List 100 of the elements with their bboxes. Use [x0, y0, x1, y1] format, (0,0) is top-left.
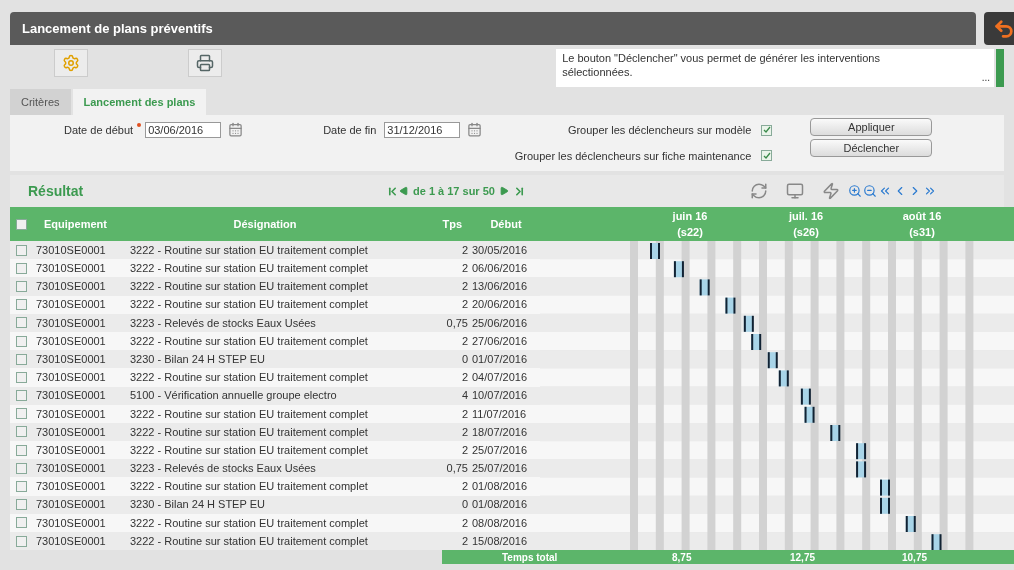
table-cell-text: 01/08/2016	[472, 479, 529, 495]
table-cell-text: 13/06/2016	[472, 279, 529, 295]
option-label: Grouper les déclencheurs sur fiche maintenance	[514, 148, 752, 164]
row-checkbox[interactable]	[16, 481, 27, 493]
task-bar[interactable]	[800, 388, 811, 405]
task-bar[interactable]	[931, 534, 942, 551]
zoom-in-icon[interactable]	[847, 184, 862, 198]
row-checkbox[interactable]	[16, 371, 27, 383]
generate-button[interactable]	[54, 49, 88, 77]
table-cell-text: 3222 - Routine sur station EU traitement complet	[130, 533, 369, 549]
action-button[interactable]: Déclencher	[810, 139, 933, 157]
row-checkbox[interactable]	[16, 244, 27, 256]
row-checkbox[interactable]	[16, 299, 27, 311]
task-bar[interactable]	[767, 352, 778, 369]
total-value: 8,75	[672, 550, 693, 565]
table-cell-text: 3222 - Routine sur station EU traitement complet	[130, 479, 369, 495]
table-cell-text: 3223 - Relevés de stocks Eaux Usées	[130, 315, 317, 331]
calendar-icon[interactable]	[228, 122, 244, 137]
task-bar[interactable]	[743, 315, 754, 332]
table-cell-text: 15/08/2016	[472, 533, 529, 549]
table-cell-text: 3230 - Bilan 24 H STEP EU	[130, 351, 266, 367]
more-text: ...	[981, 71, 991, 85]
zoom-out-icon[interactable]	[862, 184, 877, 198]
table-cell-text: 3222 - Routine sur station EU traitement complet	[130, 297, 369, 313]
table-cell-text: 06/06/2016	[472, 261, 529, 277]
table-cell-text: 0,75	[445, 315, 469, 331]
table-cell-text: 73010SE0001	[36, 461, 107, 477]
week-label: (s31)	[909, 225, 935, 240]
table-cell-text: 73010SE0001	[36, 515, 107, 531]
select-all-checkbox[interactable]	[16, 218, 27, 230]
task-bar[interactable]	[751, 334, 762, 350]
screen-icon[interactable]	[785, 182, 804, 200]
table-cell-text: 3222 - Routine sur station EU traitement complet	[130, 515, 369, 531]
row-checkbox[interactable]	[16, 353, 27, 365]
result-title: Résultat	[27, 181, 85, 201]
table-cell-text: 2	[460, 515, 469, 531]
row-checkbox[interactable]	[16, 444, 27, 456]
table-cell-text: 73010SE0001	[36, 242, 107, 258]
task-bar[interactable]	[880, 479, 890, 496]
row-checkbox[interactable]	[16, 408, 27, 420]
table-cell-text: 20/06/2016	[472, 297, 529, 313]
row-checkbox[interactable]	[16, 499, 27, 511]
refresh-icon[interactable]	[749, 182, 768, 200]
row-checkbox[interactable]	[16, 280, 27, 292]
table-cell-text: 73010SE0001	[36, 261, 107, 277]
total-label: Temps total	[501, 550, 559, 565]
table-cell-text: 73010SE0001	[36, 297, 107, 313]
task-bar[interactable]	[830, 425, 841, 441]
table-cell-text: 25/07/2016	[472, 461, 529, 477]
print-button[interactable]	[188, 49, 222, 77]
start-date-field[interactable]: 03/06/2016	[145, 122, 222, 138]
tab[interactable]: Critères	[10, 89, 71, 115]
row-checkbox[interactable]	[16, 335, 27, 347]
table-cell-text: 2	[460, 261, 469, 277]
table-cell-text: 3222 - Routine sur station EU traitement complet	[130, 406, 369, 422]
task-bar[interactable]	[699, 279, 710, 296]
table-cell-text: 2	[460, 479, 469, 495]
row-checkbox[interactable]	[16, 317, 27, 329]
first-page-icon[interactable]	[386, 184, 399, 198]
row-checkbox[interactable]	[16, 535, 27, 547]
tab[interactable]: Lancement des plans	[72, 89, 207, 115]
table-cell-text: 04/07/2016	[472, 370, 529, 386]
table-cell-text: 25/06/2016	[472, 315, 529, 331]
task-bar[interactable]	[673, 261, 684, 278]
lightning-icon[interactable]	[821, 182, 840, 200]
next-page-icon[interactable]	[498, 186, 509, 196]
week-label: (s22)	[677, 225, 703, 240]
row-checkbox[interactable]	[16, 462, 27, 474]
calendar-icon[interactable]	[467, 122, 483, 137]
month-label: août 16	[902, 209, 942, 224]
table-cell-text: 3222 - Routine sur station EU traitement complet	[130, 261, 369, 277]
end-date-field[interactable]: 31/12/2016	[384, 122, 461, 138]
task-bar[interactable]	[650, 243, 660, 259]
checkbox[interactable]	[761, 150, 773, 162]
total-value: 12,75	[790, 550, 817, 565]
row-checkbox[interactable]	[16, 262, 27, 274]
previous-page-icon[interactable]	[399, 186, 409, 196]
checkbox[interactable]	[761, 124, 773, 136]
action-button[interactable]: Appliquer	[810, 118, 933, 136]
table-cell-text: 3223 - Relevés de stocks Eaux Usées	[130, 461, 317, 477]
table-cell-text: 73010SE0001	[36, 351, 107, 367]
task-bar[interactable]	[880, 497, 890, 514]
table-cell-text: 2	[460, 242, 469, 258]
table-cell-text: 73010SE0001	[36, 533, 107, 549]
table-cell-text: 11/07/2016	[472, 406, 528, 422]
task-bar[interactable]	[725, 297, 736, 314]
task-bar[interactable]	[778, 370, 789, 387]
table-cell-text: 01/08/2016	[472, 497, 529, 513]
task-bar[interactable]	[856, 443, 867, 460]
row-checkbox[interactable]	[16, 390, 27, 402]
task-bar[interactable]	[856, 461, 867, 478]
table-cell-text: 3222 - Routine sur station EU traitement complet	[130, 242, 369, 258]
task-bar[interactable]	[905, 516, 916, 532]
table-cell-text: 73010SE0001	[36, 442, 107, 458]
row-checkbox[interactable]	[16, 426, 27, 438]
table-cell-text: 73010SE0001	[36, 315, 107, 331]
back-button[interactable]	[984, 12, 1014, 45]
table-cell-text: 0,75	[445, 461, 469, 477]
row-checkbox[interactable]	[16, 517, 27, 529]
task-bar[interactable]	[804, 406, 815, 423]
